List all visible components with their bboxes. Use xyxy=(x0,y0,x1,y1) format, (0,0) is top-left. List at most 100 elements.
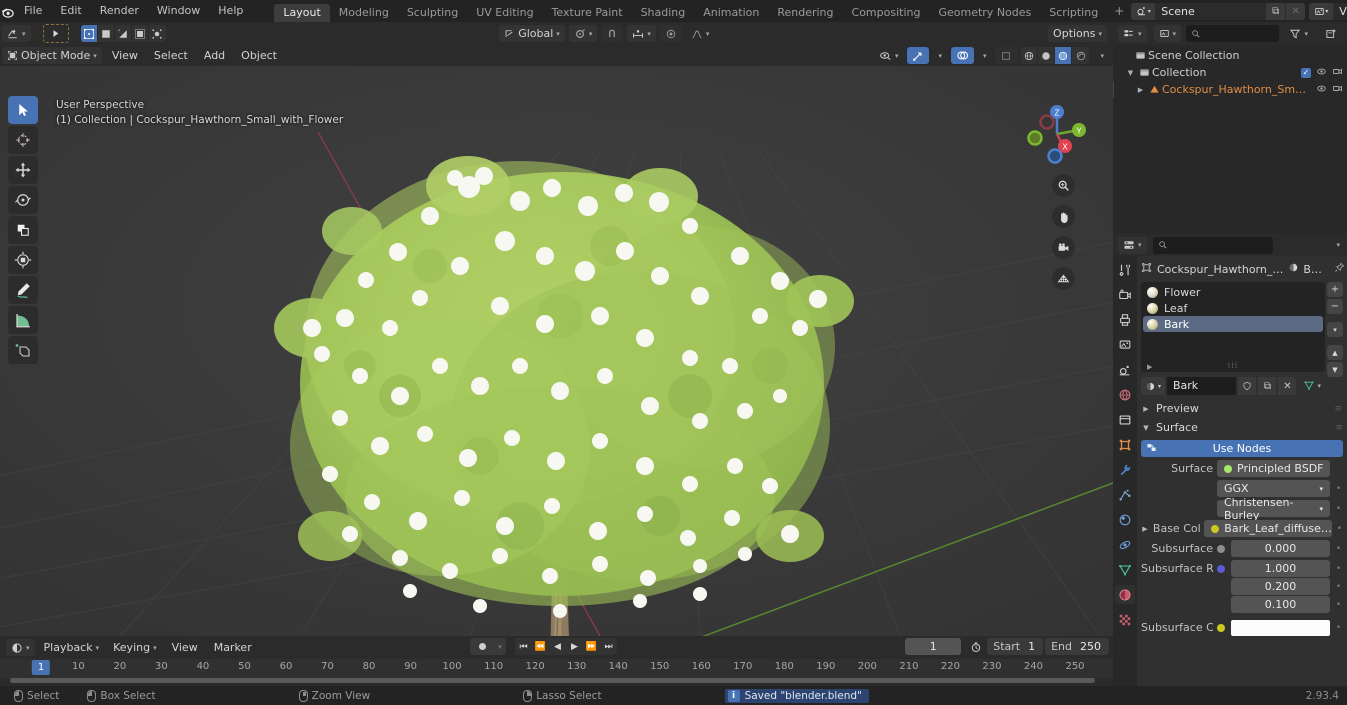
scene-selector[interactable]: ▾ Scene ⧉ ✕ xyxy=(1131,2,1306,20)
breadcrumb-object-name[interactable]: Cockspur_Hawthorn_… xyxy=(1157,263,1283,276)
menu-help[interactable]: Help xyxy=(209,0,252,22)
new-scene-button[interactable]: ⧉ xyxy=(1266,2,1286,20)
hand-icon[interactable] xyxy=(1052,205,1075,228)
surface-panel-header[interactable]: ▼ Surface ≡ xyxy=(1141,418,1343,437)
modifier-tab[interactable] xyxy=(1115,460,1135,479)
tab-geometry-nodes[interactable]: Geometry Nodes xyxy=(929,4,1040,22)
tab-animation[interactable]: Animation xyxy=(694,4,768,22)
move-slot-down-button[interactable]: ▼ xyxy=(1327,362,1343,377)
new-collection-icon[interactable] xyxy=(1320,25,1342,42)
render-tab[interactable] xyxy=(1115,285,1135,304)
editor-type-icon[interactable]: ▾ xyxy=(2,25,31,42)
expand-toggle[interactable]: ▶ xyxy=(1135,86,1146,94)
overlays-dropdown[interactable]: ▾ xyxy=(978,47,992,64)
measure-tool[interactable] xyxy=(8,306,38,334)
material-browse-icon[interactable]: ▾ xyxy=(1141,377,1165,395)
menu-playback[interactable]: Playback ▾ xyxy=(39,639,105,656)
menu-view[interactable]: View xyxy=(104,47,146,64)
play-icon[interactable]: ▶ xyxy=(566,638,583,655)
timeline-scrollbar[interactable] xyxy=(10,678,1095,683)
menu-window[interactable]: Window xyxy=(148,0,209,22)
physics-tab[interactable] xyxy=(1115,510,1135,529)
tool-tab[interactable] xyxy=(1115,260,1135,279)
remove-material-slot-button[interactable]: − xyxy=(1327,299,1343,314)
output-tab[interactable] xyxy=(1115,310,1135,329)
shield-icon[interactable] xyxy=(1238,377,1257,395)
animate-decorator[interactable]: • xyxy=(1334,582,1343,592)
shading-dropdown[interactable]: ▾ xyxy=(1095,47,1109,64)
add-workspace-button[interactable]: + xyxy=(1107,4,1131,18)
add-cube-tool[interactable] xyxy=(8,336,38,364)
menu-select[interactable]: Select xyxy=(146,47,196,64)
proportional-editing-toggle[interactable] xyxy=(659,25,682,42)
subsurface-radius-x[interactable]: 1.000 xyxy=(1231,560,1330,577)
playhead[interactable]: 1 xyxy=(31,660,51,675)
menu-add[interactable]: Add xyxy=(196,47,233,64)
slot-specials-menu[interactable]: ▾ xyxy=(1327,322,1343,337)
stopwatch-icon[interactable] xyxy=(967,638,985,655)
uv-corner-icon[interactable] xyxy=(115,25,132,42)
menu-marker[interactable]: Marker xyxy=(206,639,260,656)
material-slot-leaf[interactable]: Leaf xyxy=(1143,300,1323,316)
menu-object[interactable]: Object xyxy=(233,47,285,64)
pin-icon[interactable] xyxy=(1334,262,1345,276)
end-frame-field[interactable]: End 250 xyxy=(1045,638,1109,655)
menu-edit[interactable]: Edit xyxy=(51,0,90,22)
move-slot-up-button[interactable]: ▲ xyxy=(1327,345,1343,360)
animate-decorator[interactable]: • xyxy=(1334,600,1343,610)
scene-tab[interactable] xyxy=(1115,360,1135,379)
animate-decorator[interactable]: • xyxy=(1336,524,1343,534)
uv-verts-icon[interactable] xyxy=(80,25,98,42)
start-frame-field[interactable]: Start 1 xyxy=(987,638,1044,655)
expand-toggle[interactable]: ▼ xyxy=(1125,69,1136,77)
id-type-icon[interactable]: ▾ xyxy=(1153,25,1182,42)
material-tab[interactable] xyxy=(1115,585,1135,604)
snap-toggle[interactable] xyxy=(601,25,624,42)
data-tab[interactable] xyxy=(1115,560,1135,579)
uv-sync-icon[interactable] xyxy=(149,25,166,42)
menu-timeline-view[interactable]: View xyxy=(164,639,206,656)
grid-icon[interactable] xyxy=(1052,267,1075,290)
material-slot-bark[interactable]: Bark xyxy=(1143,316,1323,332)
animate-decorator[interactable]: • xyxy=(1334,544,1343,554)
play-reverse-icon[interactable]: ◀ xyxy=(549,638,566,655)
distribution-dropdown[interactable]: GGX ▾ xyxy=(1217,480,1330,497)
animate-decorator[interactable]: • xyxy=(1334,623,1343,633)
tab-texture-paint[interactable]: Texture Paint xyxy=(543,4,632,22)
tab-uv-editing[interactable]: UV Editing xyxy=(467,4,542,22)
status-report[interactable]: i Saved "blender.blend" xyxy=(724,688,869,703)
zoom-icon[interactable] xyxy=(1052,174,1075,197)
gizmo-dropdown[interactable]: ▾ xyxy=(933,47,947,64)
tab-compositing[interactable]: Compositing xyxy=(843,4,930,22)
gizmo-toggle[interactable] xyxy=(907,47,930,64)
menu-keying[interactable]: Keying ▾ xyxy=(108,639,161,656)
list-resize-grip[interactable]: ⁞⁞⁞ xyxy=(1228,361,1239,370)
tweak-tool[interactable] xyxy=(8,96,38,124)
move-tool[interactable] xyxy=(8,156,38,184)
outliner-row-scene-collection[interactable]: Scene Collection xyxy=(1113,47,1347,64)
tab-modeling[interactable]: Modeling xyxy=(330,4,398,22)
material-name-field[interactable]: Bark xyxy=(1167,377,1237,395)
animate-decorator[interactable]: • xyxy=(1334,504,1343,514)
constraints-tab[interactable] xyxy=(1115,535,1135,554)
pivot-point-dropdown[interactable]: ▾ xyxy=(568,25,598,42)
tab-scripting[interactable]: Scripting xyxy=(1040,4,1107,22)
unlink-scene-button[interactable]: ✕ xyxy=(1286,2,1306,20)
view-layer-name[interactable]: View Layer xyxy=(1333,2,1347,20)
properties-options-dropdown[interactable]: ▾ xyxy=(1336,241,1344,249)
use-nodes-button[interactable]: Use Nodes xyxy=(1141,440,1343,457)
tab-layout[interactable]: Layout xyxy=(274,4,330,22)
outliner-search-input[interactable] xyxy=(1186,25,1280,42)
xray-toggle[interactable] xyxy=(995,47,1018,64)
rotate-tool[interactable] xyxy=(8,186,38,214)
view-layer-tab[interactable] xyxy=(1115,335,1135,354)
chevron-right-icon[interactable]: ▶ xyxy=(1141,525,1149,533)
next-key-icon[interactable]: ⏩ xyxy=(583,638,600,655)
outliner-row-object[interactable]: ▶ Cockspur_Hawthorn_Sm… xyxy=(1113,81,1347,98)
3d-viewport[interactable]: User Perspective (1) Collection | Cocksp… xyxy=(0,66,1113,636)
tab-shading[interactable]: Shading xyxy=(632,4,695,22)
annotate-tool[interactable] xyxy=(8,276,38,304)
solid-icon[interactable] xyxy=(1038,47,1056,64)
node-tree-icon[interactable]: ▾ xyxy=(1303,380,1321,392)
cursor-tool[interactable] xyxy=(8,126,38,154)
